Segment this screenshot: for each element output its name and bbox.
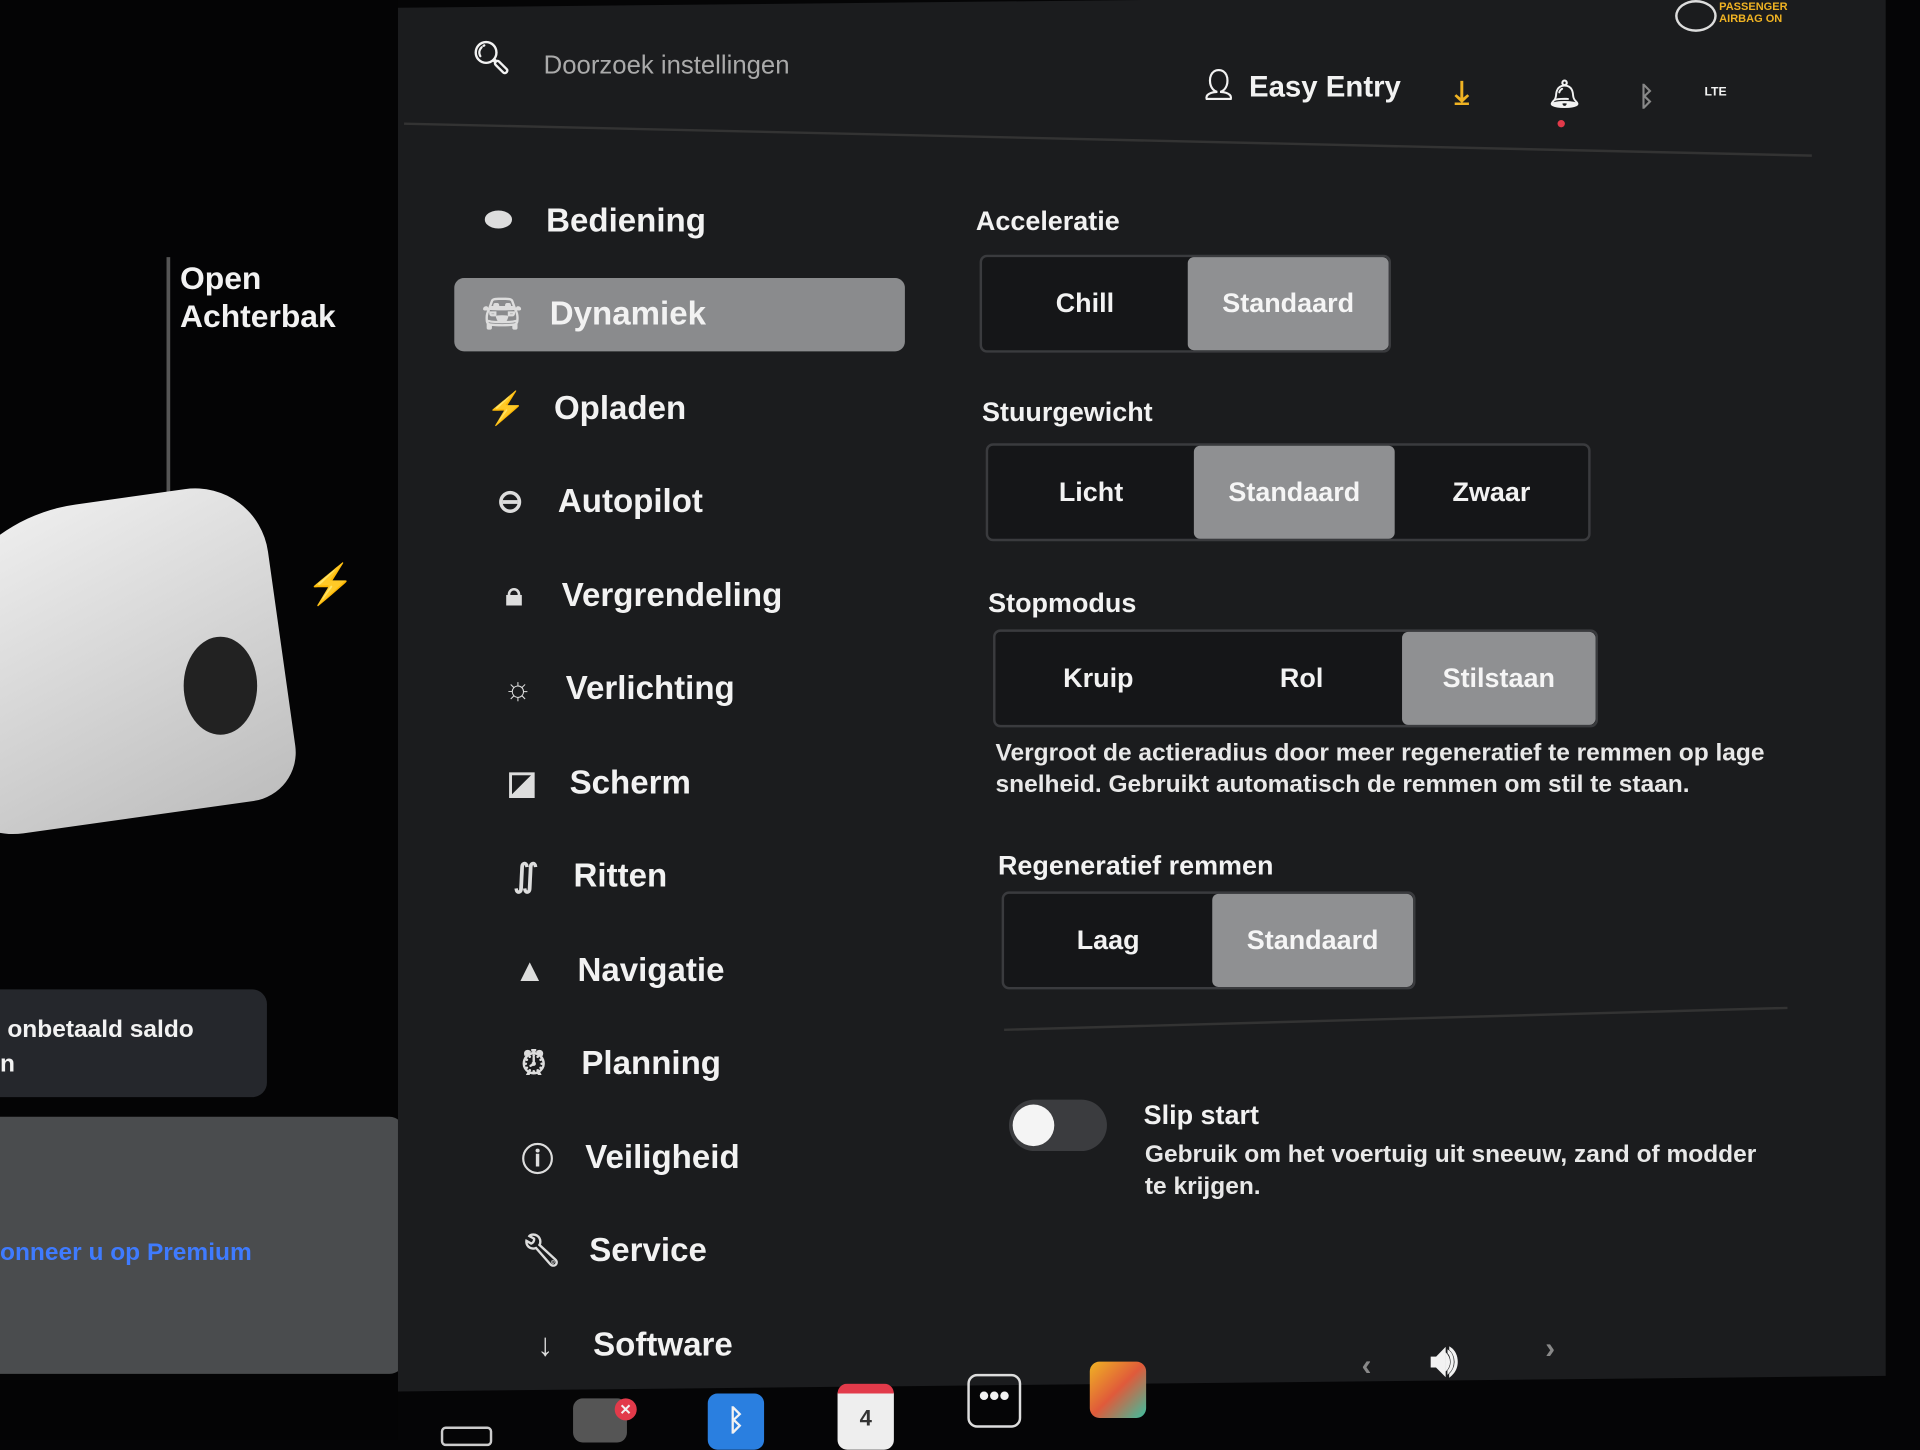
option-kruip[interactable]: Kruip bbox=[996, 632, 1202, 725]
toggle-knob bbox=[1012, 1104, 1055, 1147]
bell-icon[interactable]: 🔔︎ bbox=[1548, 78, 1582, 110]
lte-signal-icon: LTE bbox=[1704, 85, 1727, 100]
option-standaard[interactable]: Standaard bbox=[1193, 445, 1395, 539]
sidebar-item-label: Verlichting bbox=[565, 669, 735, 707]
airbag-icon bbox=[1675, 0, 1717, 32]
option-rol[interactable]: Rol bbox=[1201, 632, 1402, 725]
car-wheel bbox=[183, 636, 258, 735]
slip-start-toggle[interactable] bbox=[1008, 1099, 1107, 1152]
close-badge-icon[interactable]: ✕ bbox=[614, 1398, 637, 1421]
option-zwaar[interactable]: Zwaar bbox=[1395, 446, 1588, 539]
sidebar-item-autopilot[interactable]: ⊖ Autopilot bbox=[489, 465, 703, 538]
acceleratie-selector[interactable]: Chill Standaard bbox=[979, 254, 1392, 353]
divider bbox=[166, 257, 171, 509]
bolt-icon: ⚡ bbox=[486, 388, 527, 426]
option-licht[interactable]: Licht bbox=[988, 446, 1194, 539]
sidebar-item-label: Scherm bbox=[569, 763, 691, 801]
sidebar-item-software[interactable]: ↓ Software bbox=[525, 1308, 733, 1381]
download-icon[interactable]: ⤓ bbox=[1455, 73, 1469, 112]
notice-card[interactable]: onbetaald saldo n bbox=[0, 989, 267, 1098]
stopmodus-description: Vergroot de actieradius door meer regene… bbox=[995, 739, 1765, 799]
display-icon: ◪ bbox=[506, 763, 537, 801]
sidebar-item-label: Dynamiek bbox=[549, 295, 707, 332]
download-icon: ↓ bbox=[537, 1325, 554, 1363]
sidebar-item-label: Service bbox=[589, 1231, 707, 1269]
stopmodus-title: Stopmodus bbox=[988, 587, 1137, 619]
more-apps-icon[interactable]: ••• bbox=[967, 1373, 1022, 1428]
car-icon: 🚘︎ bbox=[481, 295, 523, 332]
sidebar-item-scherm[interactable]: ◪ Scherm bbox=[501, 746, 691, 819]
toggle-icon: ⬬ bbox=[484, 200, 512, 238]
sidebar-item-verlichting[interactable]: ☼ Verlichting bbox=[497, 652, 735, 725]
sidebar-item-veiligheid[interactable]: ⓘ Veiligheid bbox=[517, 1120, 740, 1193]
airbag-status: PASSENGER AIRBAG ON bbox=[1719, 0, 1788, 25]
option-standaard[interactable]: Standaard bbox=[1212, 893, 1414, 987]
option-stilstaan[interactable]: Stilstaan bbox=[1402, 631, 1596, 725]
sidebar-item-label: Planning bbox=[581, 1044, 721, 1082]
lock-icon: 🔒︎ bbox=[505, 575, 523, 613]
trunk-label: Open bbox=[180, 259, 262, 297]
sidebar-item-navigatie[interactable]: ▲ Navigatie bbox=[509, 933, 725, 1006]
trips-icon: ∬ bbox=[513, 857, 539, 894]
search-input[interactable]: Doorzoek instellingen bbox=[544, 51, 790, 80]
stuurgewicht-title: Stuurgewicht bbox=[982, 396, 1153, 428]
sidebar-item-label: Vergrendeling bbox=[561, 576, 783, 613]
sidebar-item-planning[interactable]: ⏰︎ Planning bbox=[513, 1027, 721, 1100]
sidebar-item-dynamiek[interactable]: 🚘︎ Dynamiek bbox=[454, 277, 905, 351]
stopmodus-selector[interactable]: Kruip Rol Stilstaan bbox=[993, 629, 1598, 728]
sidebar-item-label: Software bbox=[593, 1325, 733, 1363]
alert-circle-icon: ⓘ bbox=[521, 1140, 554, 1178]
sidebar-item-bediening[interactable]: ⬬ Bediening bbox=[478, 184, 706, 257]
premium-link[interactable]: onneer u op Premium bbox=[0, 1239, 252, 1267]
option-standaard[interactable]: Standaard bbox=[1187, 257, 1389, 351]
regeneratief-selector[interactable]: Laag Standaard bbox=[1001, 891, 1416, 990]
sidebar-item-service[interactable]: 🔧︎ Service bbox=[521, 1214, 707, 1287]
premium-card[interactable]: onneer u op Premium bbox=[0, 1116, 405, 1374]
profile-icon[interactable]: 👤︎ bbox=[1200, 67, 1237, 103]
sidebar-item-label: Ritten bbox=[573, 857, 668, 894]
sidebar-item-vergrendeling[interactable]: 🔒︎ Vergrendeling bbox=[493, 558, 783, 631]
search-icon[interactable]: 🔍︎ bbox=[471, 39, 511, 77]
acceleratie-title: Acceleratie bbox=[975, 205, 1120, 237]
charge-port-icon[interactable]: ⚡ bbox=[306, 561, 355, 608]
notification-dot bbox=[1557, 120, 1565, 128]
notice-text: n bbox=[0, 1050, 15, 1078]
option-chill[interactable]: Chill bbox=[982, 257, 1188, 350]
regeneratief-title: Regeneratief remmen bbox=[997, 849, 1274, 881]
steering-wheel-icon: ⊖ bbox=[496, 482, 524, 520]
wrench-icon: 🔧︎ bbox=[521, 1231, 562, 1269]
volume-down-chevron-icon[interactable]: ‹ bbox=[1362, 1349, 1372, 1383]
open-trunk-button[interactable]: Open Achterbak bbox=[180, 260, 336, 336]
volume-up-chevron-icon[interactable]: › bbox=[1545, 1332, 1555, 1366]
sidebar-item-label: Autopilot bbox=[557, 482, 703, 520]
toybox-app-icon[interactable] bbox=[1089, 1361, 1147, 1418]
trunk-label: Achterbak bbox=[180, 297, 336, 335]
sidebar-item-label: Navigatie bbox=[577, 950, 725, 988]
bluetooth-icon[interactable]: ᛒ bbox=[1638, 81, 1654, 113]
sidebar-item-label: Bediening bbox=[546, 201, 706, 239]
car-image[interactable] bbox=[0, 478, 303, 844]
sidebar-item-label: Veiligheid bbox=[585, 1138, 740, 1175]
bluetooth-app-icon[interactable]: ᛒ bbox=[707, 1393, 765, 1450]
taskbar-app-icon[interactable] bbox=[440, 1426, 493, 1447]
sun-icon: ☼ bbox=[503, 669, 533, 707]
slip-start-description: Gebruik om het voertuig uit sneeuw, zand… bbox=[1144, 1141, 1757, 1201]
option-laag[interactable]: Laag bbox=[1004, 894, 1212, 987]
notice-text: onbetaald saldo bbox=[7, 1016, 194, 1044]
sidebar-item-label: Opladen bbox=[553, 388, 687, 426]
stuurgewicht-selector[interactable]: Licht Standaard Zwaar bbox=[985, 443, 1591, 542]
alarm-clock-icon: ⏰︎ bbox=[521, 1043, 547, 1081]
profile-name[interactable]: Easy Entry bbox=[1249, 71, 1401, 105]
sidebar-item-opladen[interactable]: ⚡ Opladen bbox=[485, 371, 686, 444]
sidebar-item-ritten[interactable]: ∬ Ritten bbox=[505, 839, 667, 912]
navigation-icon: ▲ bbox=[513, 950, 546, 988]
volume-icon[interactable]: 🔊︎ bbox=[1430, 1335, 1458, 1388]
